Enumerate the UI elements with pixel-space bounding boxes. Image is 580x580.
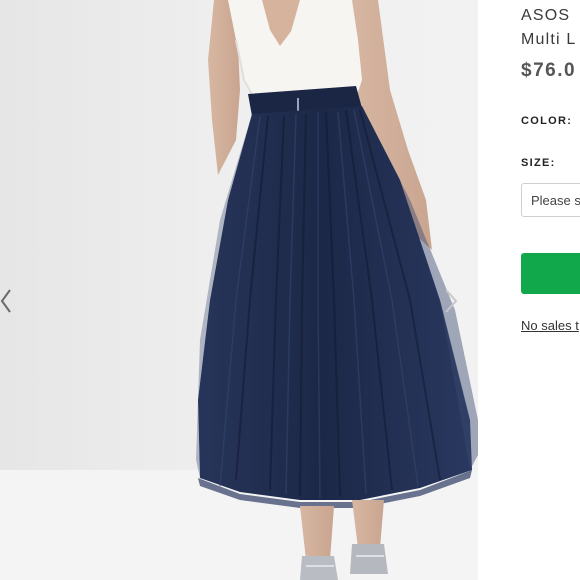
color-label: COLOR: bbox=[521, 115, 573, 127]
listing-title-line1: ASOS bbox=[521, 7, 571, 24]
buy-button[interactable] bbox=[521, 253, 580, 294]
sales-tax-link[interactable]: No sales t bbox=[521, 318, 579, 333]
listing-price: $76.0 bbox=[521, 60, 577, 81]
listing-title-line2: Multi L bbox=[521, 31, 577, 48]
size-select-value: Please se bbox=[531, 193, 580, 208]
chevron-right-icon[interactable] bbox=[440, 284, 462, 318]
product-photo bbox=[0, 0, 478, 580]
listing-details-panel: ASOS Multi L $76.0 COLOR: SIZE: Please s… bbox=[478, 0, 580, 580]
size-select[interactable]: Please se bbox=[521, 183, 580, 217]
product-photo-image bbox=[0, 0, 478, 580]
size-label: SIZE: bbox=[521, 157, 556, 169]
chevron-left-icon[interactable] bbox=[0, 284, 20, 318]
